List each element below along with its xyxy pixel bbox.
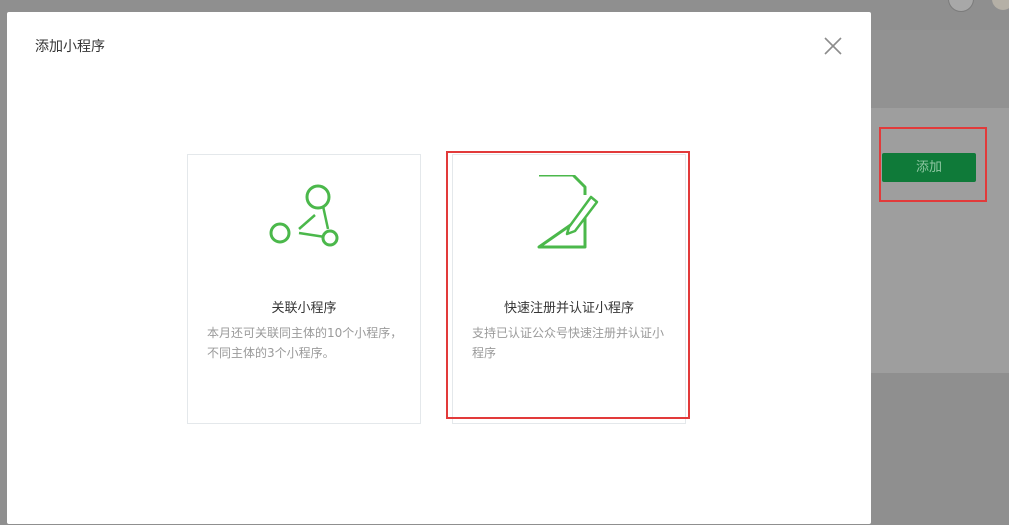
link-nodes-icon xyxy=(269,184,339,247)
highlight-box-add-button xyxy=(879,127,987,202)
background-avatar xyxy=(992,0,1009,10)
card-title: 关联小程序 xyxy=(271,301,337,316)
background-header-band xyxy=(870,30,1009,108)
close-button[interactable] xyxy=(821,34,845,58)
background-help-icon xyxy=(948,0,974,12)
highlight-box-quick-register xyxy=(446,151,690,419)
add-miniprogram-dialog: 添加小程序 关联小程序 本月还可关联同主体的10个小程序，不同主体的3个小程序。… xyxy=(7,12,871,524)
dialog-title: 添加小程序 xyxy=(35,39,105,55)
close-icon xyxy=(824,37,842,55)
card-link-miniprogram[interactable]: 关联小程序 本月还可关联同主体的10个小程序，不同主体的3个小程序。 xyxy=(187,154,421,424)
card-description: 本月还可关联同主体的10个小程序，不同主体的3个小程序。 xyxy=(207,326,403,360)
